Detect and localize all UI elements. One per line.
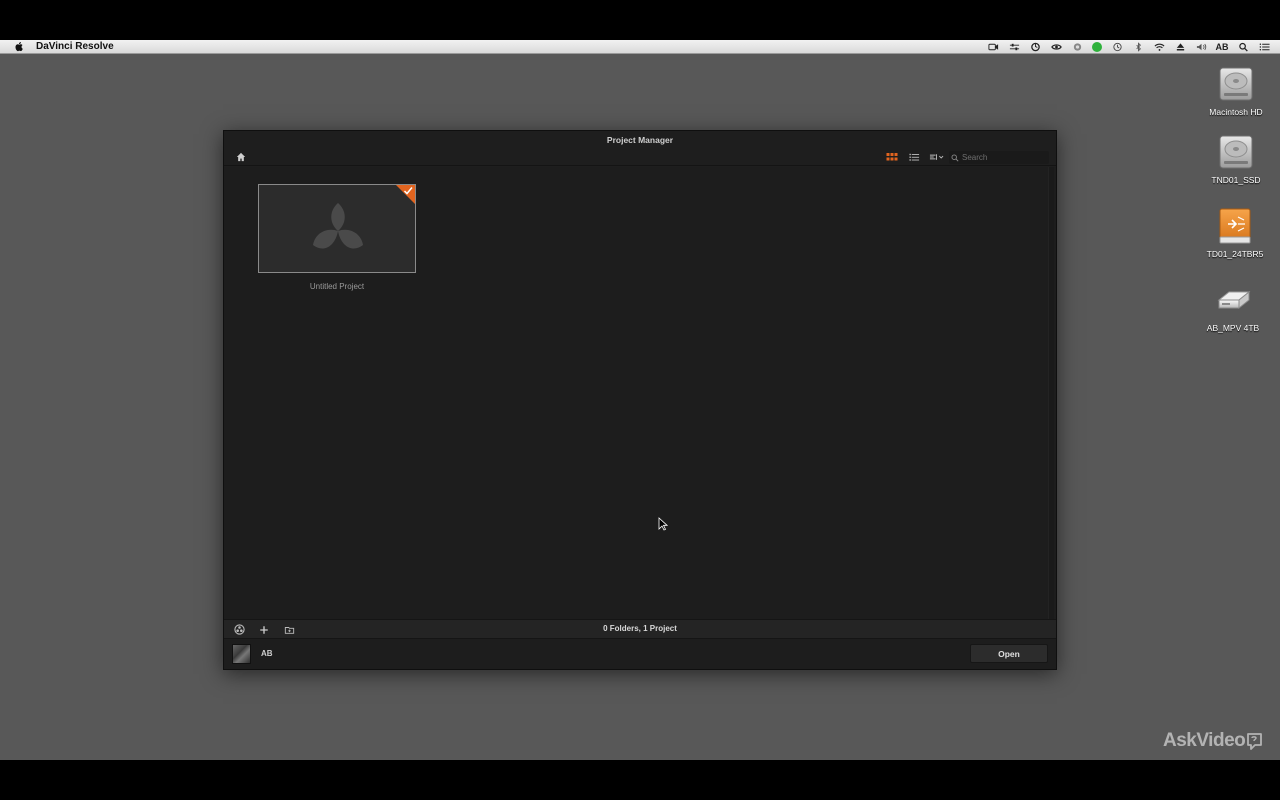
external-drive-icon [1219, 208, 1251, 244]
drive-label: TND01_SSD [1211, 175, 1261, 185]
search-input[interactable] [962, 153, 1048, 162]
desktop-drive-ab-mpv-4tb[interactable]: AB_MPV 4TB [1193, 280, 1273, 333]
vertical-scrollbar[interactable] [1048, 167, 1054, 619]
project-name: Untitled Project [309, 282, 365, 291]
grid-view-button[interactable] [885, 151, 899, 163]
eye-icon[interactable] [1071, 42, 1083, 52]
desktop-drive-tnd01-ssd[interactable]: TND01_SSD [1196, 132, 1276, 185]
bottom-toolbar: 0 Folders, 1 Project [224, 619, 1056, 639]
hard-drive-icon [1219, 67, 1253, 101]
sort-dropdown-icon [929, 154, 943, 160]
nvidia-icon[interactable] [1050, 42, 1062, 52]
watermark-text: AskVideo [1163, 730, 1246, 751]
drive-label: AB_MPV 4TB [1206, 323, 1260, 333]
desktop-drive-td01-24tbr5[interactable]: TD01_24TBR5 [1195, 206, 1275, 259]
letterbox-top [0, 0, 1280, 40]
project-manager-window: Project Manager Search Untitled Project … [223, 130, 1057, 670]
desktop: DaVinci Resolve AB Macintosh HD TND01_SS… [0, 40, 1280, 760]
watermark-bubble-icon [1247, 732, 1263, 750]
project-settings-button[interactable] [233, 624, 245, 635]
new-folder-icon [284, 626, 294, 634]
drive-label: Macintosh HD [1209, 107, 1263, 117]
removable-drive-icon [1217, 290, 1251, 310]
wifi-icon[interactable] [1153, 42, 1165, 52]
open-button[interactable]: Open [970, 644, 1048, 663]
search-box [949, 151, 1049, 164]
user-name[interactable]: AB [261, 639, 273, 669]
new-folder-button[interactable] [283, 624, 295, 635]
askvideo-watermark: AskVideo [1163, 730, 1263, 752]
project-count-status: 0 Folders, 1 Project [603, 624, 677, 633]
green-status-icon[interactable] [1092, 42, 1102, 52]
user-row: AB Open [224, 639, 1056, 669]
home-button[interactable] [235, 151, 247, 163]
mouse-cursor-icon [658, 517, 668, 531]
camera-icon[interactable] [987, 42, 999, 52]
user-avatar[interactable] [232, 644, 251, 664]
resolve-settings-icon [233, 624, 245, 635]
desktop-drive-macintosh-hd[interactable]: Macintosh HD [1196, 64, 1276, 117]
volume-icon[interactable] [1195, 42, 1207, 52]
checkmark-icon [403, 187, 413, 195]
davinci-resolve-logo-icon [313, 203, 363, 249]
hard-drive-icon [1219, 135, 1253, 169]
menubar-user-initials[interactable]: AB [1216, 42, 1229, 52]
window-title: Project Manager [606, 135, 674, 145]
sliders-icon[interactable] [1008, 42, 1020, 52]
project-toolbar [224, 149, 1056, 166]
project-thumbnail[interactable] [258, 184, 416, 273]
menu-bar: DaVinci Resolve AB [0, 40, 1280, 54]
home-icon [236, 152, 246, 162]
apple-menu-icon[interactable] [12, 41, 26, 52]
project-browser: Untitled Project [224, 167, 1056, 619]
sync-icon[interactable] [1029, 42, 1041, 52]
list-view-icon [908, 153, 919, 161]
eject-icon[interactable] [1174, 42, 1186, 52]
sort-options-button[interactable] [927, 151, 945, 163]
letterbox-bottom [0, 760, 1280, 800]
plus-icon [260, 625, 268, 634]
search-icon [951, 154, 959, 162]
app-menu-name[interactable]: DaVinci Resolve [36, 41, 114, 52]
new-project-button[interactable] [258, 624, 270, 635]
drive-label: TD01_24TBR5 [1206, 249, 1264, 259]
status-icons: AB [987, 40, 1270, 54]
list-view-button[interactable] [907, 151, 921, 163]
bluetooth-icon[interactable] [1132, 42, 1144, 52]
project-tile[interactable]: Untitled Project [258, 184, 416, 294]
grid-view-icon [886, 153, 898, 161]
time-machine-icon[interactable] [1111, 42, 1123, 52]
window-titlebar[interactable]: Project Manager [224, 131, 1056, 149]
notification-list-icon[interactable] [1258, 42, 1270, 52]
spotlight-search-icon[interactable] [1237, 42, 1249, 52]
